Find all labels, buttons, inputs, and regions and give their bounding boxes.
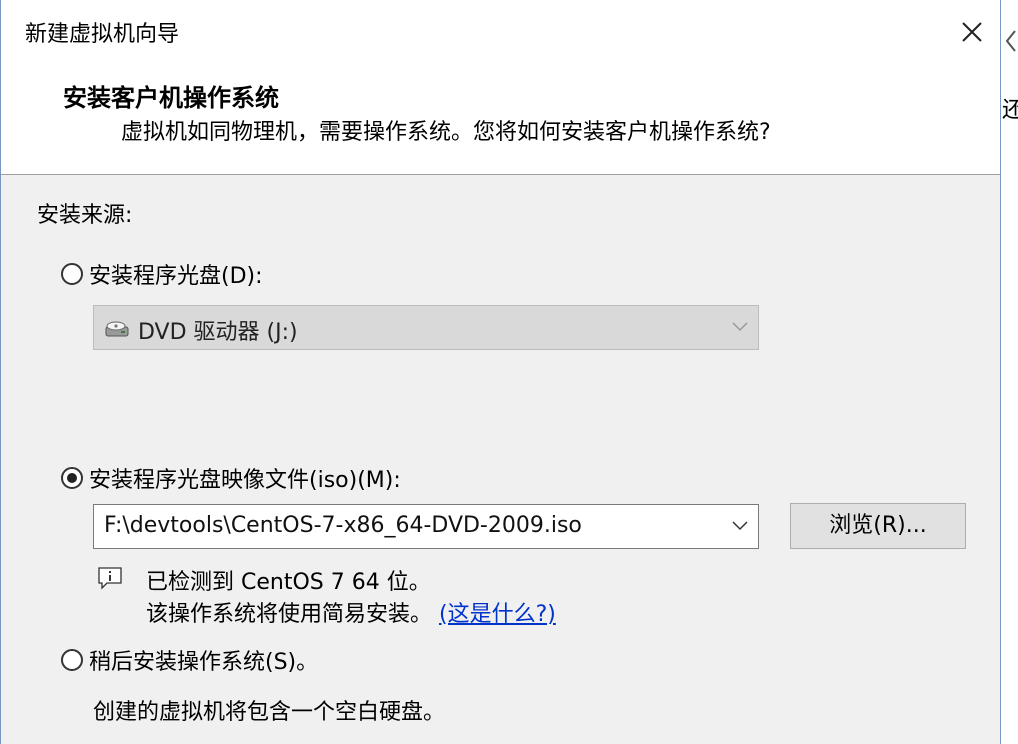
background-window-text: 还 xyxy=(1002,98,1018,123)
easy-install-note: 该操作系统将使用简易安装。 (这是什么?) xyxy=(146,596,556,628)
info-icon xyxy=(98,567,122,590)
whats-this-link[interactable]: (这是什么?) xyxy=(439,602,556,627)
new-vm-wizard-dialog: 新建虚拟机向导 安装客户机操作系统 虚拟机如同物理机，需要操作系统。您将如何安装… xyxy=(0,0,1001,744)
radio-iso-image-label: 安装程序光盘映像文件(iso)(M): xyxy=(89,468,401,493)
install-later-description: 创建的虚拟机将包含一个空白硬盘。 xyxy=(93,700,446,725)
close-button[interactable] xyxy=(950,10,994,54)
radio-button-unchecked[interactable] xyxy=(61,649,83,671)
dvd-drive-icon xyxy=(105,321,129,337)
page-subtitle: 虚拟机如同物理机，需要操作系统。您将如何安装客户机操作系统? xyxy=(121,120,771,145)
dvd-drive-value: DVD 驱动器 (J:) xyxy=(138,320,298,345)
chevron-down-icon[interactable] xyxy=(732,521,748,531)
easy-install-text: 该操作系统将使用简易安装。 xyxy=(146,602,433,627)
background-window-edge: 还 xyxy=(1001,0,1018,744)
install-source-label: 安装来源: xyxy=(37,203,133,228)
radio-button-unchecked[interactable] xyxy=(61,263,83,285)
dvd-drive-select[interactable]: DVD 驱动器 (J:) xyxy=(93,305,759,350)
window-title: 新建虚拟机向导 xyxy=(25,22,180,47)
radio-install-later-label: 稍后安装操作系统(S)。 xyxy=(89,650,319,675)
chevron-left-icon xyxy=(1005,30,1016,52)
wizard-header: 安装客户机操作系统 虚拟机如同物理机，需要操作系统。您将如何安装客户机操作系统? xyxy=(1,62,1000,175)
close-icon xyxy=(962,22,982,42)
radio-button-checked[interactable] xyxy=(61,467,83,489)
radio-installer-disc-label: 安装程序光盘(D): xyxy=(89,264,263,289)
browse-button[interactable]: 浏览(R)... xyxy=(790,503,966,549)
wizard-body: 安装来源: 安装程序光盘(D): DVD 驱动器 (J:) 安装程序光盘映像文件… xyxy=(1,175,1000,744)
detected-os-text: 已检测到 CentOS 7 64 位。 xyxy=(146,570,431,595)
title-bar: 新建虚拟机向导 xyxy=(1,0,1000,62)
iso-path-combobox[interactable]: F:\devtools\CentOS-7-x86_64-DVD-2009.iso xyxy=(93,504,759,549)
radio-iso-image[interactable]: 安装程序光盘映像文件(iso)(M): xyxy=(61,462,401,494)
radio-install-later[interactable]: 稍后安装操作系统(S)。 xyxy=(61,644,318,676)
chevron-down-icon xyxy=(732,322,748,332)
page-title: 安装客户机操作系统 xyxy=(63,84,279,112)
radio-installer-disc[interactable]: 安装程序光盘(D): xyxy=(61,258,263,290)
iso-path-value: F:\devtools\CentOS-7-x86_64-DVD-2009.iso xyxy=(104,513,582,538)
